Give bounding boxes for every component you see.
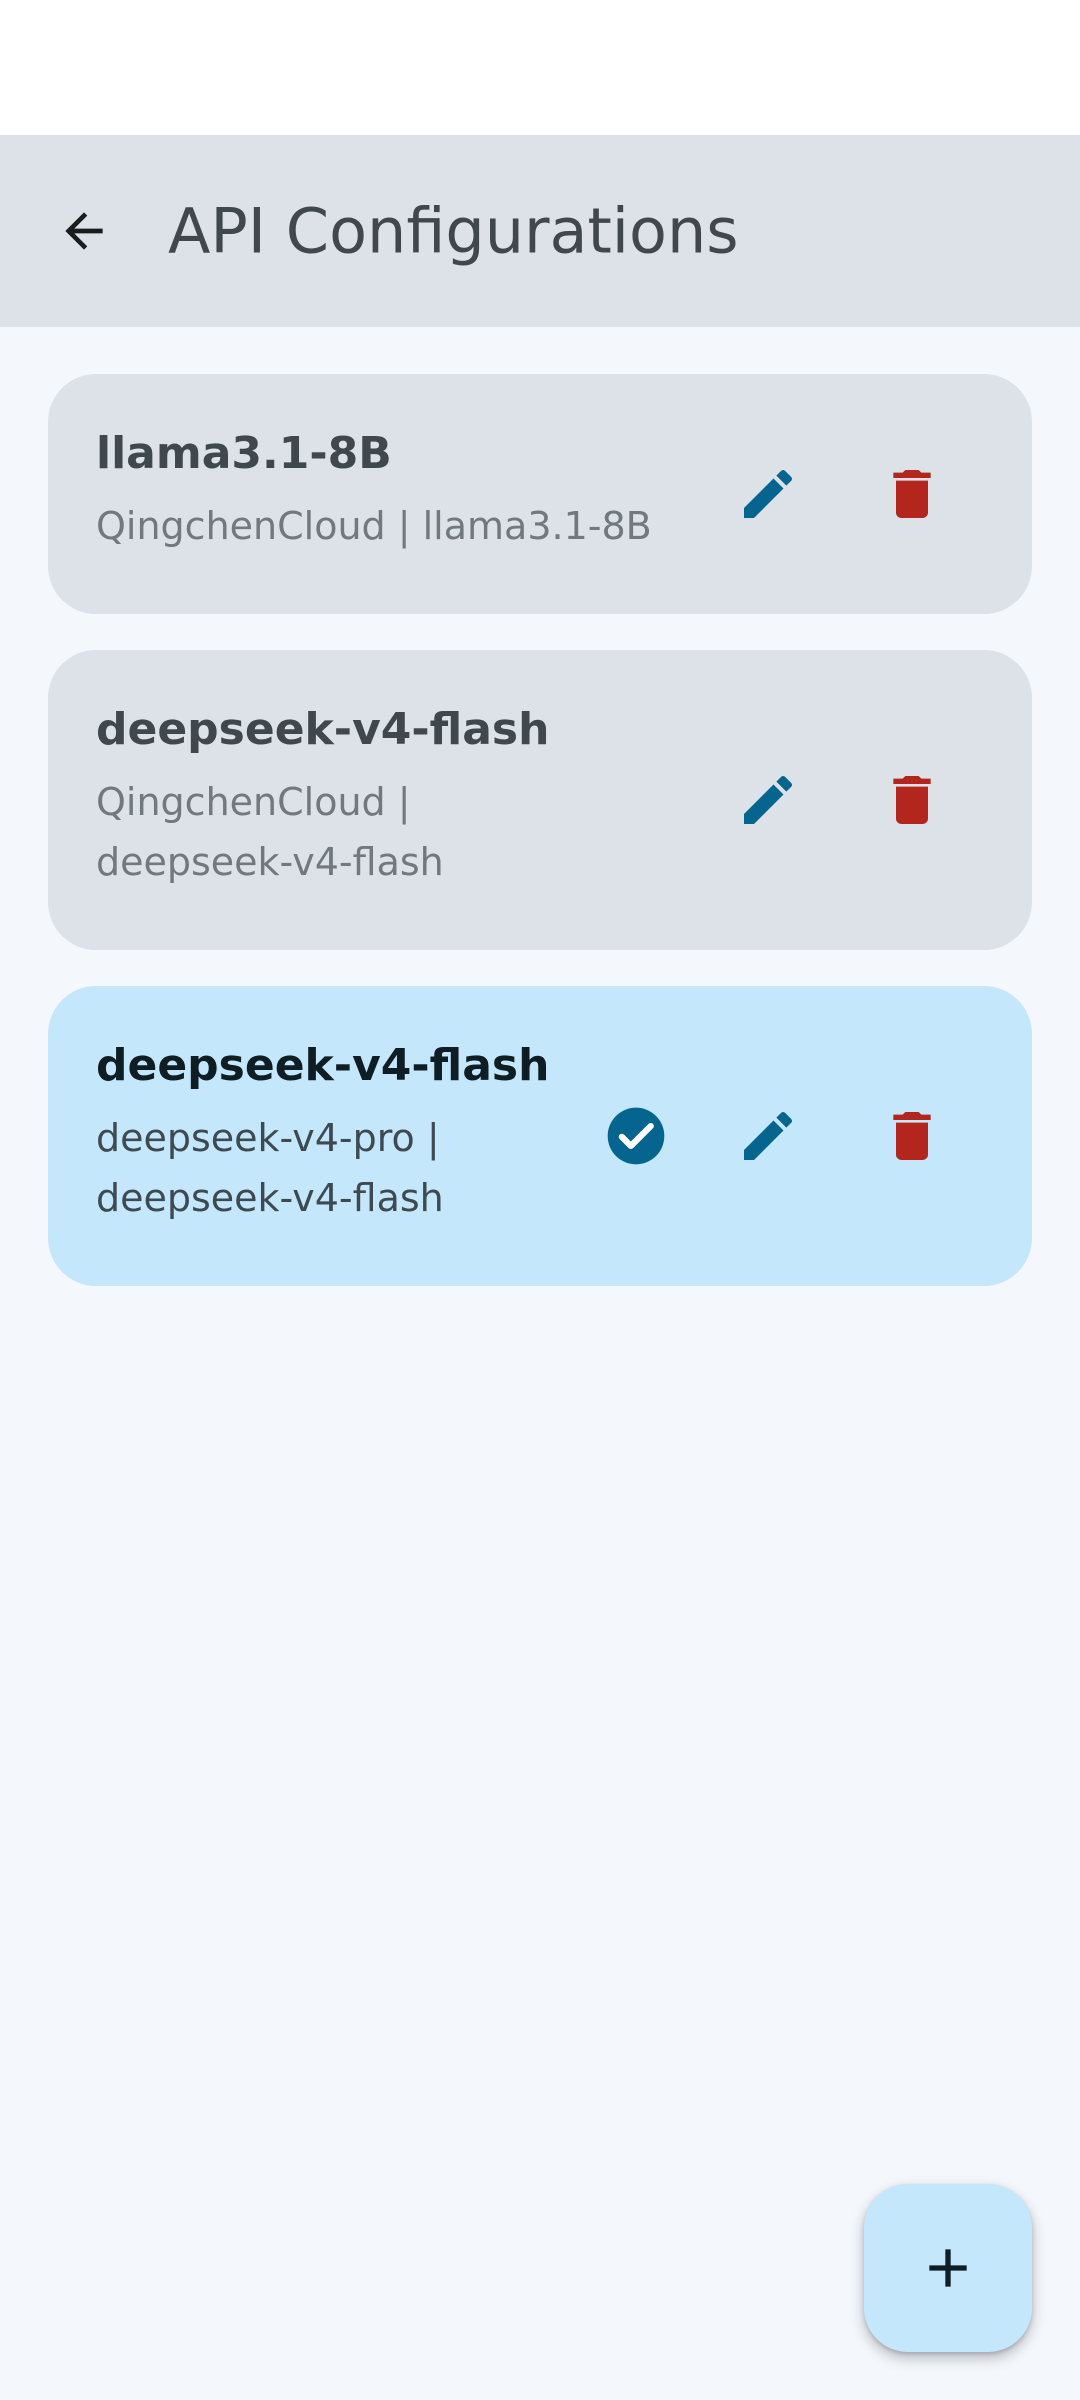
- status-bar: [0, 0, 1080, 135]
- delete-button[interactable]: [862, 750, 962, 850]
- config-subtitle-line: deepseek-v4-flash: [96, 840, 444, 884]
- page-title: API Configurations: [168, 194, 739, 268]
- config-title: deepseek-v4-flash: [96, 704, 550, 755]
- edit-button[interactable]: [718, 444, 818, 544]
- edit-button[interactable]: [718, 750, 818, 850]
- active-indicator: [586, 1086, 686, 1186]
- config-title: llama3.1-8B: [96, 428, 392, 479]
- config-subtitle: deepseek-v4-pro | deepseek-v4-flash: [96, 1108, 549, 1228]
- plus-icon: [929, 2249, 967, 2287]
- add-config-button[interactable]: [864, 2184, 1032, 2352]
- config-list: llama3.1-8B QingchenCloud | llama3.1-8B …: [48, 374, 1032, 1322]
- config-subtitle-line: deepseek-v4-flash: [96, 1176, 444, 1220]
- config-card-text: deepseek-v4-flash deepseek-v4-pro | deep…: [96, 1036, 549, 1228]
- trash-icon: [893, 470, 931, 518]
- trash-icon: [893, 776, 931, 824]
- edit-button[interactable]: [718, 1086, 818, 1186]
- pencil-icon: [744, 469, 793, 518]
- config-subtitle-line: QingchenCloud | llama3.1-8B: [96, 504, 652, 548]
- delete-button[interactable]: [862, 444, 962, 544]
- config-card-text: deepseek-v4-flash QingchenCloud | deepse…: [96, 700, 549, 892]
- trash-icon: [893, 1112, 931, 1160]
- config-subtitle-line: QingchenCloud |: [96, 780, 411, 824]
- check-circle-icon: [607, 1107, 665, 1165]
- config-card-text: llama3.1-8B QingchenCloud | llama3.1-8B: [96, 424, 652, 556]
- back-button[interactable]: [34, 181, 134, 281]
- config-card[interactable]: llama3.1-8B QingchenCloud | llama3.1-8B: [48, 374, 1032, 614]
- config-subtitle: QingchenCloud | llama3.1-8B: [96, 496, 652, 556]
- config-title: deepseek-v4-flash: [96, 1040, 550, 1091]
- pencil-icon: [744, 1111, 793, 1160]
- config-card-active[interactable]: deepseek-v4-flash deepseek-v4-pro | deep…: [48, 986, 1032, 1286]
- config-card[interactable]: deepseek-v4-flash QingchenCloud | deepse…: [48, 650, 1032, 950]
- delete-button[interactable]: [862, 1086, 962, 1186]
- arrow-back-icon: [65, 212, 103, 250]
- pencil-icon: [744, 775, 793, 824]
- config-subtitle: QingchenCloud | deepseek-v4-flash: [96, 772, 549, 892]
- top-app-bar: API Configurations: [0, 135, 1080, 327]
- config-subtitle-line: deepseek-v4-pro |: [96, 1116, 440, 1160]
